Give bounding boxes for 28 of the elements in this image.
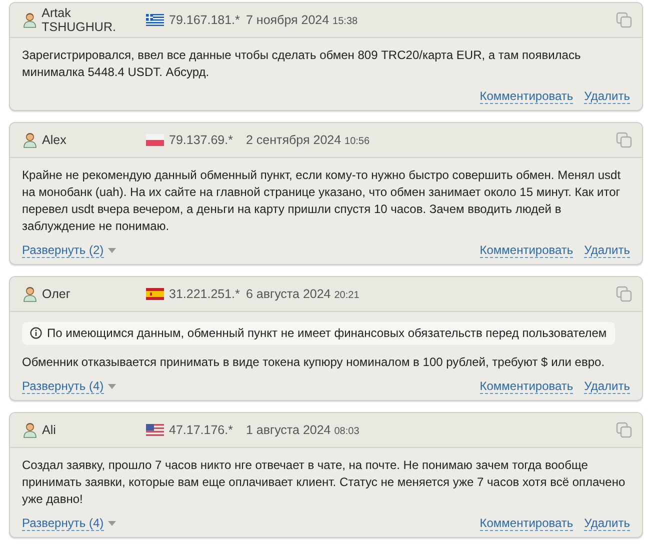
author-name: Alex: [42, 133, 66, 147]
ip-address: 47.17.176.*: [169, 423, 233, 437]
notice-text: По имеющимся данным, обменный пункт не имеет финансовых обязательств перед пользователем: [47, 325, 607, 341]
author-name: Олег: [42, 287, 70, 301]
expand-link[interactable]: Развернуть (2): [22, 243, 104, 258]
expand-link[interactable]: Развернуть (4): [22, 379, 104, 394]
author-name: Ali: [42, 423, 56, 437]
author-name: Artak TSHUGHUR.: [42, 6, 117, 34]
comment-link[interactable]: Комментировать: [480, 379, 574, 394]
comment-date: 6 августа 2024 20:21: [246, 287, 360, 301]
delete-link[interactable]: Удалить: [584, 379, 630, 394]
ip-address: 79.167.181.*: [169, 13, 240, 27]
comment-link[interactable]: Комментировать: [480, 243, 574, 258]
expand-link[interactable]: Развернуть (4): [22, 516, 104, 531]
comment-text: Зарегистрировался, ввел все данные чтобы сделать обмен 809 TRC20/карта EUR, а там появилась минималка 5448.4 USDT. Абсурд.: [22, 47, 582, 81]
comment-date: 1 августа 2024 08:03: [246, 423, 360, 437]
comment-date: 7 ноября 2024 15:38: [246, 13, 358, 27]
delete-link[interactable]: Удалить: [584, 516, 630, 531]
comment-date: 2 сентября 2024 10:56: [246, 133, 370, 147]
ip-address: 31.221.251.*: [169, 287, 240, 301]
ip-address: 79.137.69.*: [169, 133, 233, 147]
delete-link[interactable]: Удалить: [584, 89, 630, 104]
delete-link[interactable]: Удалить: [584, 243, 630, 258]
comment-text: Крайне не рекомендую данный обменный пункт, если кому-то нужно быстро совершить обмен. Менял usdt на монобанк (uah). На их сайте на главной странице указано, что обмен занимает около 15 минут. Как итог перевел usdt вчера вечером, а деньги на карту пришли спустя 10 часов. Зачем вводить людей в заблуждение не понимаю.: [22, 167, 622, 235]
comment-link[interactable]: Комментировать: [480, 516, 574, 531]
comment-link[interactable]: Комментировать: [480, 89, 574, 104]
comment-text: Создал заявку, прошло 7 часов никто нге отвечает в чате, на почте. Не понимаю зачем тогда вообще принимать заявки, которые вам еще оплачивает клиент. Статус не меняется уже 7 часов хотя всё оплачено уже давно!: [22, 457, 626, 508]
comment-text: Обменник отказывается принимать в виде токена купюру номиналом в 100 рублей, требуют $ или евро.: [22, 354, 606, 371]
